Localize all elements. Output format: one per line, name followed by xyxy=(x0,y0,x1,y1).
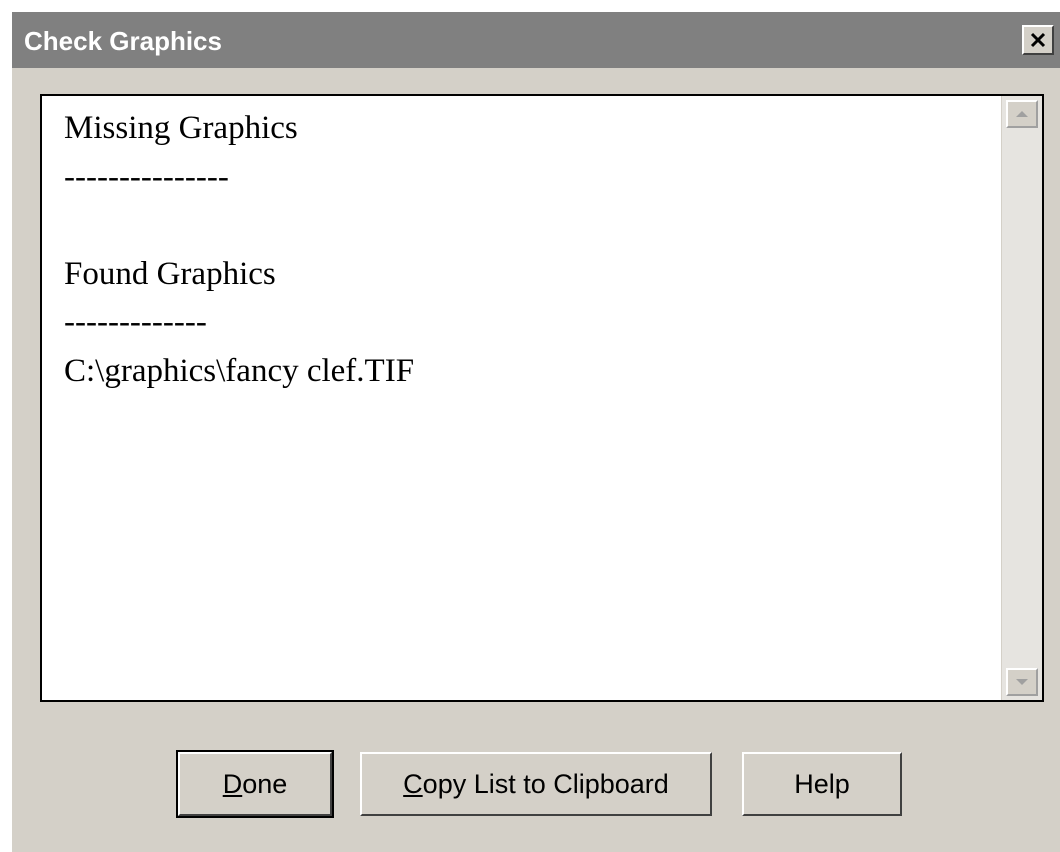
list-line-missing-heading: Missing Graphics xyxy=(64,110,298,146)
check-graphics-dialog: Check Graphics Missing Graphics --------… xyxy=(10,10,1060,852)
copy-list-to-clipboard-button[interactable]: Copy List to Clipboard xyxy=(360,752,712,816)
help-button[interactable]: Help xyxy=(742,752,902,816)
help-button-label: Help xyxy=(794,768,850,799)
scroll-down-button[interactable] xyxy=(1006,668,1038,696)
scroll-up-arrow-icon xyxy=(1016,111,1028,117)
vertical-scrollbar[interactable] xyxy=(1001,96,1042,700)
list-line-missing-divider: --------------- xyxy=(64,158,229,195)
title-bar[interactable]: Check Graphics xyxy=(12,12,1060,68)
close-button[interactable] xyxy=(1022,25,1054,55)
list-line-found-heading: Found Graphics xyxy=(64,255,276,292)
done-button[interactable]: Done xyxy=(176,750,334,818)
graphics-list[interactable]: Missing Graphics --------------- Found G… xyxy=(40,94,1044,702)
done-button-label: one xyxy=(242,768,288,799)
list-line-blank xyxy=(64,201,984,250)
window-title: Check Graphics xyxy=(24,26,222,56)
done-button-mnemonic: D xyxy=(222,768,243,799)
copy-button-label: opy List to Clipboard xyxy=(422,768,669,799)
list-line-found-file: C:\graphics\fancy clef.TIF xyxy=(64,352,415,389)
list-line-found-divider: ------------- xyxy=(64,304,207,340)
close-icon xyxy=(1030,32,1046,48)
scroll-up-button[interactable] xyxy=(1006,100,1038,128)
copy-button-mnemonic: C xyxy=(403,768,423,799)
scroll-down-arrow-icon xyxy=(1016,679,1028,685)
graphics-list-content: Missing Graphics --------------- Found G… xyxy=(64,104,984,395)
